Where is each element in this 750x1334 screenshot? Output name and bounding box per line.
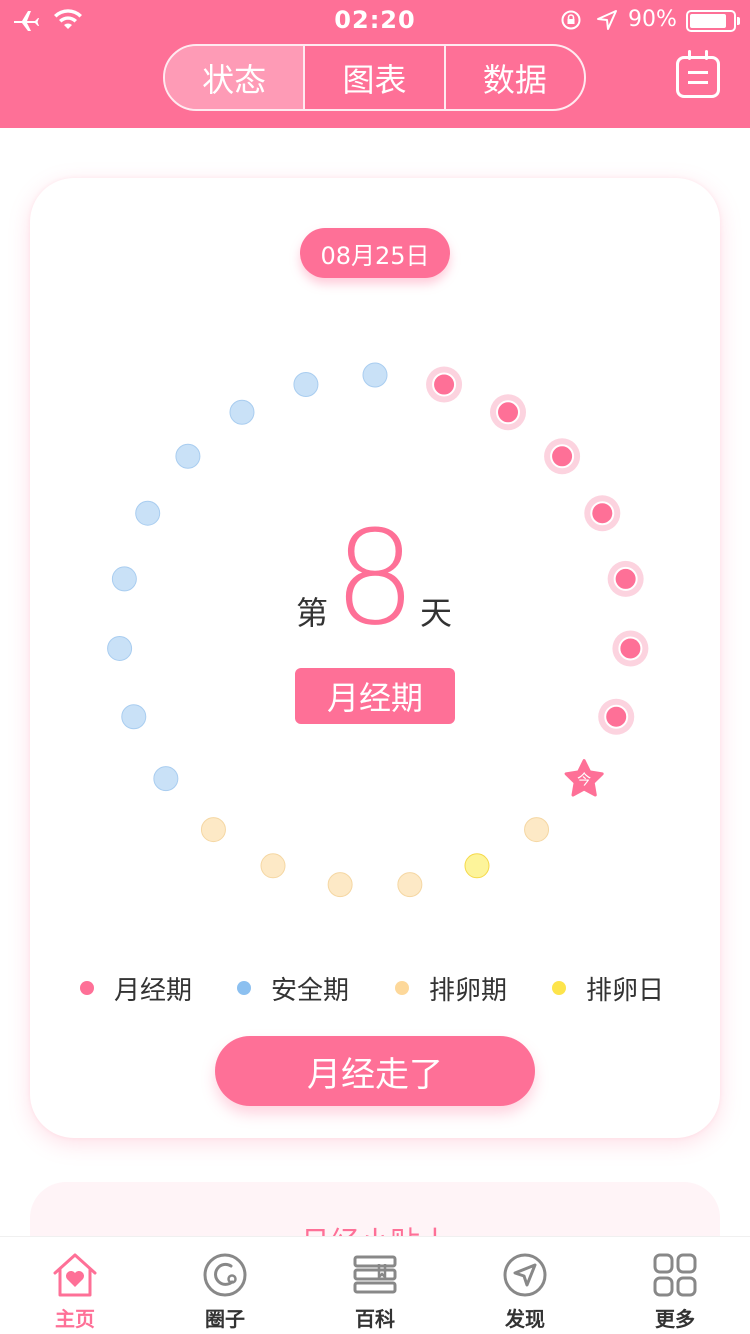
cycle-day-15[interactable]: [200, 817, 226, 843]
day-suffix: 天: [420, 594, 453, 632]
legend-label: 排卵日: [586, 975, 665, 1006]
cycle-day-14[interactable]: [260, 853, 286, 879]
cycle-day-3[interactable]: [490, 394, 527, 431]
legend: 月经期 安全期 排卵期 排卵日: [30, 968, 720, 1008]
location-arrow-icon: [597, 10, 617, 30]
tab-label: 发现: [505, 1307, 545, 1331]
tab-data[interactable]: 数据: [443, 46, 584, 109]
tab-label: 圈子: [205, 1307, 245, 1331]
legend-item-period: 月经期: [80, 968, 192, 1008]
tab-more[interactable]: 更多: [600, 1237, 750, 1334]
cycle-day-9[interactable]: 今: [564, 759, 604, 797]
segmented-control: 状态 图表 数据: [163, 44, 586, 111]
phase-badge: 月经期: [295, 668, 455, 724]
legend-item-ovulation-day: 排卵日: [552, 968, 664, 1008]
status-bar: 02:20 90%: [0, 0, 750, 40]
period-ended-button[interactable]: 月经走了: [215, 1036, 535, 1106]
legend-label: 排卵期: [429, 975, 508, 1006]
calendar-icon[interactable]: [676, 50, 720, 98]
cycle-day-17[interactable]: [121, 704, 147, 730]
cycle-day-1[interactable]: [362, 362, 388, 388]
legend-label: 安全期: [271, 975, 350, 1006]
grid-icon: [653, 1253, 697, 1297]
day-number: 8: [333, 502, 417, 654]
compass-icon: [503, 1253, 547, 1297]
day-prefix: 第: [296, 594, 329, 632]
tab-discover[interactable]: 发现: [450, 1237, 600, 1334]
cycle-day-8[interactable]: [598, 698, 635, 735]
cycle-day-12[interactable]: [397, 872, 423, 898]
legend-label: 月经期: [114, 975, 193, 1006]
legend-dot-ovulation: [395, 981, 409, 995]
today-marker: 今: [577, 773, 591, 789]
legend-dot-period: [80, 981, 94, 995]
tab-label: 主页: [55, 1307, 95, 1331]
cycle-day-20[interactable]: [135, 500, 161, 526]
cycle-day-10[interactable]: [524, 817, 550, 843]
cycle-day-22[interactable]: [229, 399, 255, 425]
tab-status[interactable]: 状态: [165, 46, 304, 109]
rotation-lock-icon: [561, 10, 581, 30]
legend-dot-safe: [237, 981, 251, 995]
tab-label: 百科: [355, 1307, 395, 1331]
circle-icon: [203, 1253, 247, 1297]
tab-circle[interactable]: 圈子: [150, 1237, 300, 1334]
tab-label: 更多: [655, 1307, 695, 1331]
tab-encyclopedia[interactable]: 百科: [300, 1237, 450, 1334]
tab-home[interactable]: 主页: [0, 1237, 150, 1334]
cycle-day-13[interactable]: [327, 872, 353, 898]
cycle-day-23[interactable]: [293, 371, 319, 397]
books-icon: [353, 1255, 397, 1294]
cycle-day-display: 第 8 天: [30, 513, 720, 653]
header: 02:20 90% 状态 图表 数据: [0, 0, 750, 128]
legend-dot-ovulation-day: [552, 981, 566, 995]
legend-item-safe: 安全期: [237, 968, 349, 1008]
home-heart-icon: [53, 1253, 97, 1297]
cycle-day-21[interactable]: [175, 443, 201, 469]
cycle-day-16[interactable]: [153, 766, 179, 792]
cycle-card: 08月25日 今 第 8 天 月经期 月经期 安全期 排卵期 排卵日 月经走了: [30, 178, 720, 1138]
cycle-day-11[interactable]: [464, 853, 490, 879]
tab-chart[interactable]: 图表: [303, 46, 443, 109]
battery-percent: 90%: [628, 7, 677, 32]
cycle-day-4[interactable]: [544, 438, 581, 475]
cycle-day-2[interactable]: [426, 366, 463, 403]
battery-icon: [686, 10, 740, 32]
legend-item-ovulation: 排卵期: [395, 968, 507, 1008]
bottom-tab-bar: 主页 圈子 百科 发现 更多: [0, 1236, 750, 1334]
